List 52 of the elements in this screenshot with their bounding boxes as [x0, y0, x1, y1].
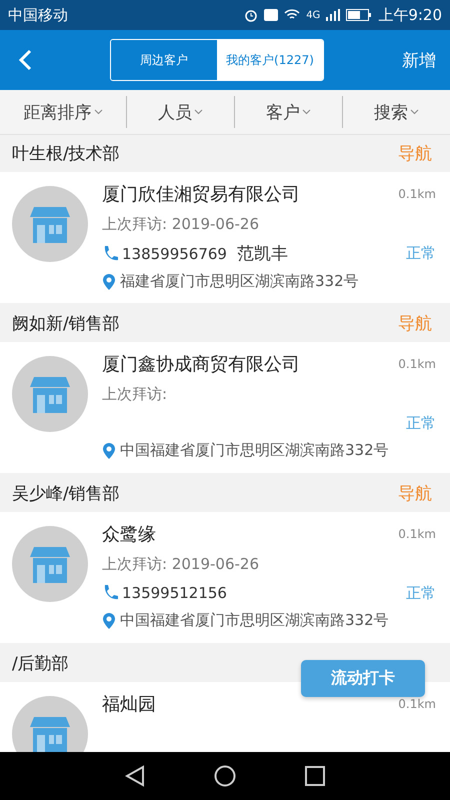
last-visit: 上次拜访: 2019-06-26: [102, 554, 260, 574]
distance: 0.1km: [398, 357, 436, 371]
add-button[interactable]: 新增: [402, 48, 436, 72]
network-type: 4G: [306, 10, 320, 20]
phone-icon[interactable]: [102, 584, 118, 602]
customer-address: 中国福建省厦门市思明区湖滨南路332号: [120, 441, 389, 460]
customer-status: 正常: [406, 244, 436, 263]
phone-number[interactable]: 13859956769: [122, 244, 227, 262]
phone-number[interactable]: 13599512156: [122, 584, 227, 602]
group-title: 叶生根/技术部: [12, 143, 120, 165]
customer-name: 厦门鑫协成商贸有限公司: [102, 353, 300, 376]
filter-dropdown[interactable]: 人员: [126, 96, 234, 128]
customer-card[interactable]: 厦门鑫协成商贸有限公司 0.1km 上次拜访: 正常 中国福建省厦门市思明区湖滨南路332号: [0, 342, 450, 473]
signal-icon: [326, 9, 340, 21]
wifi-icon: [284, 9, 300, 21]
location-pin-icon: [102, 442, 116, 460]
location-pin-icon: [102, 272, 116, 290]
group-title: /后勤部: [12, 653, 69, 675]
caret-icon: [94, 109, 102, 115]
customer-name: 众鹭缘: [102, 523, 156, 546]
filter-dropdown[interactable]: 距离排序: [0, 96, 126, 128]
group-title: 吴少峰/销售部: [12, 483, 120, 505]
distance: 0.1km: [398, 697, 436, 711]
filter-dropdown[interactable]: 客户: [234, 96, 342, 128]
customer-status: 正常: [406, 414, 436, 432]
customer-name: 厦门欣佳湘贸易有限公司: [102, 183, 300, 206]
distance: 0.1km: [398, 187, 436, 201]
back-icon[interactable]: [124, 765, 145, 787]
carrier-name: 中国移动: [8, 6, 68, 24]
clock-time: 上午9:20: [378, 6, 442, 24]
customer-card[interactable]: 众鹭缘 0.1km 上次拜访: 2019-06-26 13599512156 正常 中国福建省厦门市思明区湖滨南路332号: [0, 512, 450, 643]
caret-icon: [194, 109, 203, 115]
alarm-icon: [244, 8, 258, 22]
home-icon[interactable]: [214, 765, 236, 787]
group-title: 阙如新/销售部: [12, 313, 120, 335]
contact-name: 范凯丰: [236, 243, 288, 265]
caret-icon: [410, 109, 419, 115]
last-visit: 上次拜访: 2019-06-26: [102, 214, 260, 234]
recents-icon[interactable]: [305, 766, 326, 786]
distance: 0.1km: [398, 527, 436, 541]
battery-icon: [346, 9, 372, 21]
segment-tab[interactable]: 我的客户(1227): [217, 40, 323, 80]
customer-card[interactable]: 厦门欣佳湘贸易有限公司 0.1km 上次拜访: 2019-06-26 13859956769 范凯丰 正常 福建省厦门市思明区湖滨南路332号: [0, 172, 450, 303]
caret-icon: [302, 109, 311, 115]
customer-status: 正常: [406, 584, 436, 602]
last-visit: 上次拜访:: [102, 384, 168, 404]
filter-dropdown[interactable]: 搜索: [342, 96, 450, 128]
customer-address: 福建省厦门市思明区湖滨南路332号: [120, 272, 359, 291]
location-pin-icon: [102, 612, 116, 630]
customer-name: 福灿园: [102, 693, 156, 716]
phone-icon[interactable]: [102, 244, 118, 262]
customer-address: 中国福建省厦门市思明区湖滨南路332号: [120, 611, 389, 630]
